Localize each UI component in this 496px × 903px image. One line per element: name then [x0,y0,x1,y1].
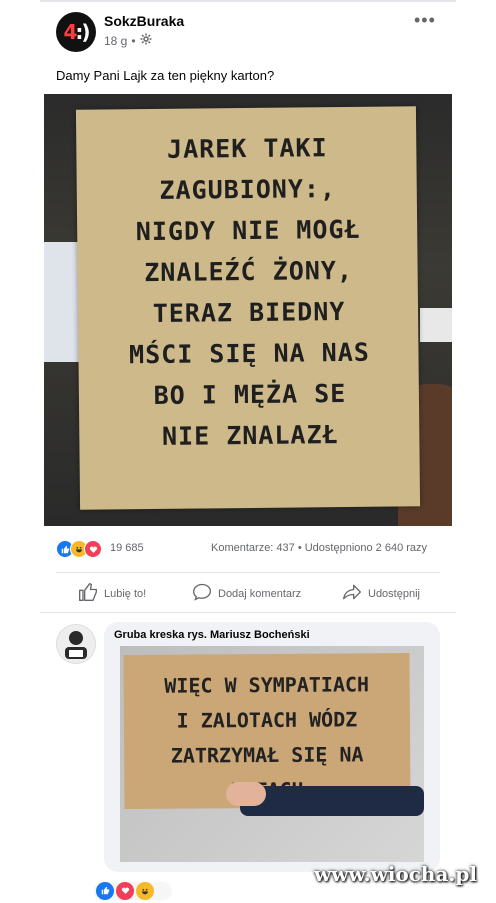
gear-icon [140,33,152,48]
like-icon [96,882,114,900]
comment-button[interactable]: Dodaj komentarz [192,582,301,605]
comment-sign-line: ZATRZYMAŁ SIĘ NA [170,742,364,768]
top-divider [40,0,456,2]
comments-divider [40,612,456,613]
protest-sign: JAREK TAKI ZAGUBIONY:, NIGDY NIE MOGŁ ZN… [75,106,421,510]
comment-icon [192,582,212,605]
comment-reactions[interactable] [94,882,172,900]
haha-icon [136,882,154,900]
more-options-icon[interactable]: ••• [414,10,436,31]
post-stats: 19 685 Komentarze: 437 • Udostępniono 2 … [0,536,496,558]
sign-line: NIE ZNALAZŁ [161,420,339,451]
comment-avatar[interactable] [56,624,96,664]
comment-photo[interactable]: WIĘC W SYMPATIACH I ZALOTACH WÓDZ ZATRZY… [120,646,424,862]
comment-author[interactable]: Gruba kreska rys. Mariusz Bocheński [114,629,310,641]
comment-photo-arm [240,786,424,816]
comment-bubble: Gruba kreska rys. Mariusz Bocheński WIĘC… [104,622,440,872]
post-caption: Damy Pani Lajk za ten piękny karton? [56,68,275,83]
background-sign-right [420,308,452,342]
post-header: 4:) SokzBuraka 18 g • ••• [0,10,496,54]
reaction-icons[interactable] [56,540,102,558]
page-logo-icon: 4:) [63,20,90,44]
post-time[interactable]: 18 g [104,34,127,48]
comment-photo-hand [226,782,266,806]
share-button[interactable]: Udostępnij [342,582,420,605]
post-photo[interactable]: JAREK TAKI ZAGUBIONY:, NIGDY NIE MOGŁ ZN… [44,94,452,526]
share-icon [342,582,362,605]
thumbs-up-icon [78,582,98,605]
sign-line: JAREK TAKI [166,133,328,164]
comment-sign-line: I ZALOTACH WÓDZ [176,707,358,733]
love-icon [116,882,134,900]
love-icon [84,540,102,558]
comment-label: Dodaj komentarz [218,587,302,600]
reaction-count[interactable]: 19 685 [110,542,144,554]
sign-line: MŚCI SIĘ NA NAS [128,337,371,370]
sign-line: NIGDY NIE MOGŁ [135,214,361,247]
page-avatar[interactable]: 4:) [56,12,96,52]
like-button[interactable]: Lubię to! [78,582,146,605]
comments-shares-count[interactable]: Komentarze: 437 • Udostępniono 2 640 raz… [211,542,427,554]
sign-text: JAREK TAKI ZAGUBIONY:, NIGDY NIE MOGŁ ZN… [82,126,415,457]
avatar-illustration-icon [57,625,95,663]
comment-sign-line: WIĘC W SYMPATIACH [164,672,370,698]
sign-line: BO I MĘŻA SE [153,378,347,410]
like-label: Lubię to! [104,587,147,600]
watermark: www.wiocha.pl [314,862,477,886]
post-meta: 18 g • [104,33,152,48]
sign-line: ZNALEŹĆ ŻONY, [144,255,354,288]
meta-separator: • [131,33,136,48]
post-actions: Lubię to! Dodaj komentarz Udostępnij [0,578,496,608]
actions-divider [56,572,440,573]
share-label: Udostępnij [368,587,420,600]
sign-line: ZAGUBIONY:, [159,174,337,205]
sign-line: TERAZ BIEDNY [152,296,346,328]
post-author[interactable]: SokzBuraka [104,13,184,29]
